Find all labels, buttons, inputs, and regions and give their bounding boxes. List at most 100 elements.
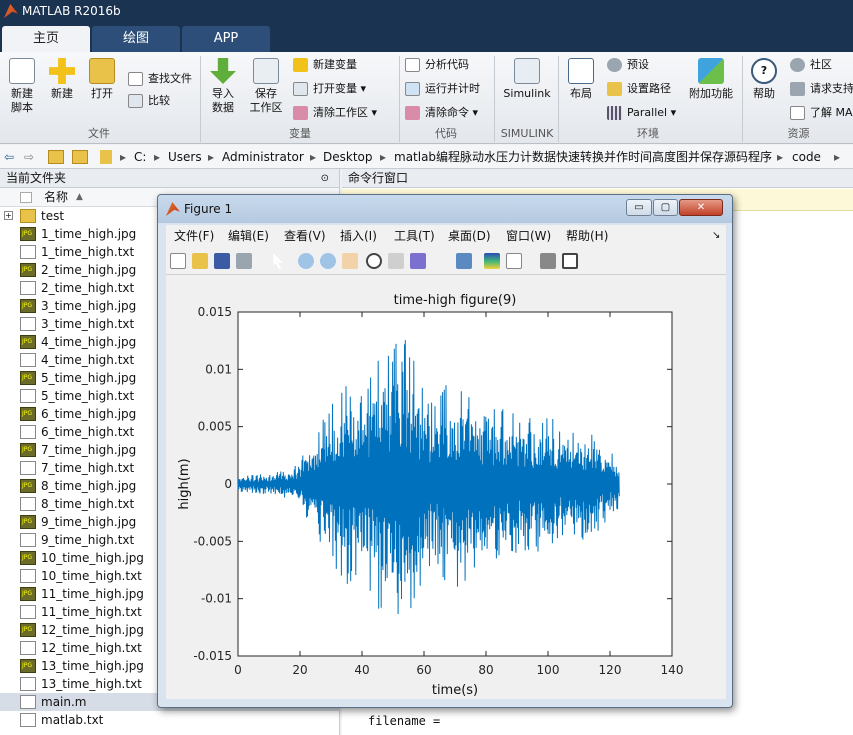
expand-icon[interactable]: + <box>4 211 13 220</box>
file-list-item[interactable]: 9_time_high.txt <box>0 531 160 549</box>
forward-arrow-icon[interactable]: ⇨ <box>24 145 34 169</box>
open-button[interactable]: 打开 <box>86 58 118 101</box>
show-tools-icon[interactable] <box>562 253 578 269</box>
file-list-item[interactable]: 9_time_high.jpg <box>0 513 160 531</box>
crumb-administrator[interactable]: Administrator <box>222 145 304 169</box>
save-workspace-button[interactable]: 保存 工作区 <box>246 58 286 115</box>
back-arrow-icon[interactable]: ⇦ <box>4 145 14 169</box>
parallel-button[interactable]: Parallel ▾ <box>607 104 676 122</box>
layout-button[interactable]: 布局 <box>564 58 598 101</box>
file-list-item[interactable]: 3_time_high.jpg <box>0 297 160 315</box>
rotate-3d-icon[interactable] <box>366 253 382 269</box>
menu-tools[interactable]: 工具(T) <box>394 225 435 247</box>
help-button[interactable]: ? 帮助 <box>748 58 780 101</box>
minimize-button[interactable]: ▭ <box>626 199 652 216</box>
data-cursor-icon[interactable] <box>388 253 404 269</box>
file-list-item[interactable]: 2_time_high.txt <box>0 279 160 297</box>
menu-help[interactable]: 帮助(H) <box>566 225 608 247</box>
menu-edit[interactable]: 编辑(E) <box>228 225 269 247</box>
file-list-item[interactable]: 1_time_high.jpg <box>0 225 160 243</box>
colorbar-icon[interactable] <box>484 253 500 269</box>
hide-tools-icon[interactable] <box>540 253 556 269</box>
file-list-item[interactable]: 2_time_high.jpg <box>0 261 160 279</box>
file-list-item[interactable]: 11_time_high.jpg <box>0 585 160 603</box>
addons-button[interactable]: 附加功能 <box>688 58 734 101</box>
menu-view[interactable]: 查看(V) <box>284 225 326 247</box>
crumb-desktop[interactable]: Desktop <box>323 145 373 169</box>
file-list-item[interactable]: 1_time_high.txt <box>0 243 160 261</box>
txt-file-icon <box>20 425 36 439</box>
community-button[interactable]: 社区 <box>790 56 832 74</box>
tab-plots[interactable]: 绘图 <box>92 26 180 52</box>
new-button[interactable]: 新建 <box>46 58 78 101</box>
clear-workspace-button[interactable]: 清除工作区 ▾ <box>293 104 377 122</box>
file-list-item[interactable]: 10_time_high.jpg <box>0 549 160 567</box>
save-icon[interactable] <box>214 253 230 269</box>
learn-matlab-button[interactable]: 了解 MA <box>790 104 853 122</box>
file-list-item[interactable]: 6_time_high.txt <box>0 423 160 441</box>
legend-icon[interactable] <box>506 253 522 269</box>
file-list-item[interactable]: 13_time_high.txt <box>0 675 160 693</box>
panel-menu-icon[interactable]: ⊙ <box>321 169 329 188</box>
file-list-item[interactable]: 13_time_high.jpg <box>0 657 160 675</box>
file-list-item[interactable]: 7_time_high.jpg <box>0 441 160 459</box>
figure-canvas[interactable]: 0 20 40 60 80 100 120 140 0.015 0.01 0.005 0 -0.005 -… <box>166 275 726 699</box>
request-support-button[interactable]: 请求支持 <box>790 80 853 98</box>
file-list-item[interactable]: 8_time_high.txt <box>0 495 160 513</box>
file-list-item[interactable]: matlab.txt <box>0 711 160 729</box>
menu-window[interactable]: 窗口(W) <box>506 225 551 247</box>
pointer-icon[interactable] <box>273 253 283 269</box>
file-list-item[interactable]: 5_time_high.txt <box>0 387 160 405</box>
file-name: 4_time_high.jpg <box>41 335 137 349</box>
simulink-button[interactable]: Simulink <box>500 58 554 101</box>
dock-arrow-icon[interactable]: ↘ <box>712 225 720 247</box>
browse-folder-icon[interactable] <box>72 150 88 164</box>
pan-hand-icon[interactable] <box>342 253 358 269</box>
import-icon <box>210 58 236 84</box>
maximize-button[interactable]: ▢ <box>653 199 678 216</box>
zoom-in-icon[interactable] <box>298 253 314 269</box>
menu-desktop[interactable]: 桌面(D) <box>448 225 491 247</box>
file-list-item[interactable]: 12_time_high.jpg <box>0 621 160 639</box>
file-list-item[interactable]: 7_time_high.txt <box>0 459 160 477</box>
figure-title-bar[interactable]: Figure 1 ▭ ▢ ✕ <box>158 195 732 223</box>
crumb-code[interactable]: code <box>792 145 821 169</box>
new-script-button[interactable]: 新建 脚本 <box>6 58 38 115</box>
crumb-project-folder[interactable]: matlab编程脉动水压力计数据快速转换并作时间高度图并保存源码程序 <box>394 145 772 169</box>
open-file-icon[interactable] <box>192 253 208 269</box>
crumb-drive[interactable]: C: <box>134 145 146 169</box>
tab-home[interactable]: 主页 <box>2 26 90 52</box>
file-list-item[interactable]: 6_time_high.jpg <box>0 405 160 423</box>
run-and-time-button[interactable]: 运行并计时 <box>405 80 480 98</box>
close-button[interactable]: ✕ <box>679 199 723 216</box>
file-list-item[interactable]: 5_time_high.jpg <box>0 369 160 387</box>
clear-commands-button[interactable]: 清除命令 ▾ <box>405 104 478 122</box>
menu-insert[interactable]: 插入(I) <box>340 225 377 247</box>
preferences-button[interactable]: 预设 <box>607 56 649 74</box>
new-figure-icon[interactable] <box>170 253 186 269</box>
compare-button[interactable]: 比较 <box>128 92 170 110</box>
tab-apps[interactable]: APP <box>182 26 270 52</box>
menu-file[interactable]: 文件(F) <box>174 225 214 247</box>
file-list-item[interactable]: 12_time_high.txt <box>0 639 160 657</box>
print-icon[interactable] <box>236 253 252 269</box>
new-variable-button[interactable]: 新建变量 <box>293 56 357 74</box>
file-list-item[interactable]: 11_time_high.txt <box>0 603 160 621</box>
file-list-item[interactable]: 8_time_high.jpg <box>0 477 160 495</box>
crumb-users[interactable]: Users <box>168 145 202 169</box>
brush-icon[interactable] <box>410 253 426 269</box>
analyze-code-button[interactable]: 分析代码 <box>405 56 469 74</box>
file-list-item[interactable]: 4_time_high.jpg <box>0 333 160 351</box>
up-folder-icon[interactable] <box>48 150 64 164</box>
file-list-item[interactable]: 4_time_high.txt <box>0 351 160 369</box>
file-list-item[interactable]: + test <box>0 207 160 225</box>
zoom-out-icon[interactable] <box>320 253 336 269</box>
find-files-button[interactable]: 查找文件 <box>128 70 192 88</box>
set-path-button[interactable]: 设置路径 <box>607 80 671 98</box>
import-data-button[interactable]: 导入 数据 <box>206 58 240 115</box>
link-plot-icon[interactable] <box>456 253 472 269</box>
file-list-item[interactable]: 3_time_high.txt <box>0 315 160 333</box>
file-list-item[interactable]: 10_time_high.txt <box>0 567 160 585</box>
figure-window[interactable]: Figure 1 ▭ ▢ ✕ 文件(F) 编辑(E) 查看(V) 插入(I) 工… <box>157 194 733 708</box>
open-variable-button[interactable]: 打开变量 ▾ <box>293 80 366 98</box>
